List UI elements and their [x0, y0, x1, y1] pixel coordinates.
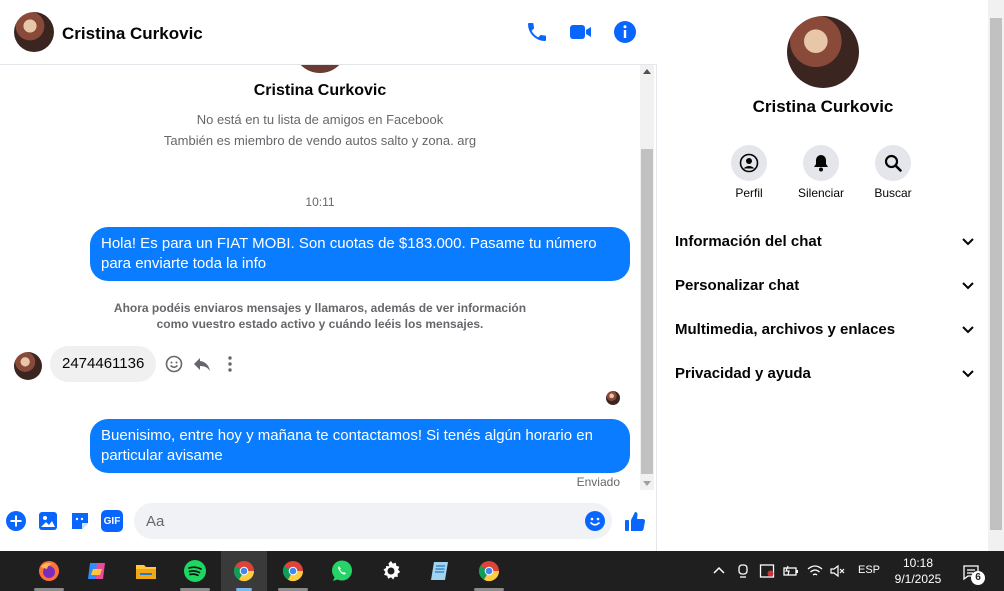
chrome-icon — [478, 561, 500, 582]
mute-action[interactable]: Silenciar — [791, 145, 851, 200]
chevron-down-icon — [962, 282, 974, 290]
taskbar-whatsapp[interactable] — [319, 551, 365, 591]
message-timestamp: 10:11 — [305, 195, 335, 209]
plus-icon[interactable] — [5, 510, 27, 532]
mute-action-label: Silenciar — [797, 186, 845, 200]
section-customize-chat[interactable]: Personalizar chat — [675, 269, 975, 301]
incoming-avatar[interactable] — [14, 352, 42, 380]
scroll-down-arrow[interactable] — [643, 481, 651, 486]
chat-notice-text: Ahora podéis enviaros mensajes y llamaro… — [113, 301, 527, 331]
sticker-icon[interactable] — [69, 510, 91, 532]
composer: GIF — [0, 490, 657, 551]
search-action-label: Buscar — [874, 186, 912, 200]
language-indicator[interactable]: ESP — [858, 564, 880, 576]
contact-avatar[interactable] — [14, 12, 54, 52]
section-label: Información del chat — [675, 232, 822, 250]
reply-icon[interactable] — [192, 354, 212, 374]
section-label: Personalizar chat — [675, 276, 800, 294]
sent-status: Enviado — [576, 475, 620, 489]
spotify-icon — [184, 560, 206, 582]
volume-muted-icon[interactable] — [829, 563, 845, 579]
image-icon[interactable] — [37, 510, 59, 532]
bell-icon — [814, 155, 828, 172]
chevron-down-icon — [962, 238, 974, 246]
taskbar-file-explorer[interactable] — [123, 551, 169, 591]
system-clock[interactable]: 10:18 9/1/2025 — [886, 555, 950, 587]
panel-contact-name: Cristina Curkovic — [752, 97, 894, 116]
contact-name[interactable]: Cristina Curkovic — [62, 24, 203, 44]
more-options-icon[interactable] — [220, 354, 240, 374]
seen-indicator-avatar — [606, 391, 620, 405]
section-media-files-links[interactable]: Multimedia, archivos y enlaces — [675, 313, 975, 345]
security-icon[interactable] — [759, 563, 775, 579]
chrome-icon — [282, 561, 304, 582]
profile-action-label: Perfil — [735, 186, 763, 200]
taskbar-copilot[interactable] — [74, 551, 120, 591]
gear-icon — [383, 561, 401, 580]
scrollbar-thumb[interactable] — [641, 149, 653, 474]
message-scrollbar[interactable] — [640, 65, 654, 490]
chat-header: Cristina Curkovic — [0, 0, 657, 65]
taskbar-notepad[interactable] — [417, 551, 463, 591]
group-membership-text: También es miembro de vendo autos salto … — [163, 133, 477, 148]
chevron-down-icon — [962, 370, 974, 378]
notepad-icon — [431, 562, 448, 580]
friend-status-text: No está en tu lista de amigos en Faceboo… — [196, 112, 444, 127]
chat-column: Cristina Curkovic Cristina Curkovic No e… — [0, 0, 657, 551]
search-action-circle — [875, 145, 911, 181]
section-privacy-help[interactable]: Privacidad y ayuda — [675, 357, 975, 389]
profile-name: Cristina Curkovic — [253, 82, 387, 99]
incoming-message-bubble[interactable]: 2474461136 — [50, 346, 157, 382]
profile-avatar — [293, 65, 347, 73]
taskbar-chrome-profile[interactable] — [466, 551, 512, 591]
message-input-wrapper — [134, 503, 612, 539]
section-label: Privacidad y ayuda — [675, 364, 811, 382]
profile-action-circle — [731, 145, 767, 181]
react-icon[interactable] — [164, 354, 184, 374]
search-icon — [884, 154, 902, 172]
wifi-icon[interactable] — [807, 563, 823, 579]
firefox-icon — [39, 561, 59, 581]
taskbar: ESP 10:18 9/1/2025 6 — [0, 551, 1004, 591]
outgoing-message-bubble[interactable]: Hola! Es para un FIAT MOBI. Son cuotas d… — [90, 227, 630, 281]
taskbar-chrome-active[interactable] — [221, 551, 267, 591]
webcam-icon[interactable] — [735, 563, 751, 579]
outgoing-message-bubble[interactable]: Buenisimo, entre hoy y mañana te contact… — [90, 419, 630, 473]
chat-details-panel: Cristina Curkovic Perfil Silenciar Busca… — [658, 0, 988, 551]
emoji-icon[interactable] — [584, 510, 606, 532]
copilot-icon — [88, 563, 105, 579]
battery-icon[interactable] — [783, 563, 799, 579]
clock-date: 9/1/2025 — [894, 572, 942, 586]
chrome-icon — [233, 561, 255, 582]
clock-time: 10:18 — [902, 556, 934, 570]
chevron-up-icon[interactable] — [711, 563, 727, 579]
section-chat-info[interactable]: Información del chat — [675, 225, 975, 257]
folder-icon — [136, 565, 156, 579]
taskbar-chrome[interactable] — [270, 551, 316, 591]
page-scrollbar[interactable] — [988, 0, 1004, 551]
profile-action[interactable]: Perfil — [719, 145, 779, 200]
gif-icon[interactable]: GIF — [101, 510, 123, 532]
search-action[interactable]: Buscar — [863, 145, 923, 200]
profile-icon — [739, 153, 759, 173]
notification-count-badge: 6 — [971, 571, 985, 585]
like-icon[interactable] — [623, 510, 647, 534]
message-input[interactable] — [146, 503, 576, 539]
taskbar-settings[interactable] — [368, 551, 414, 591]
video-icon[interactable] — [569, 20, 593, 44]
chat-notice: Ahora podéis enviaros mensajes y llamaro… — [0, 300, 640, 332]
message-list[interactable]: Cristina Curkovic No está en tu lista de… — [0, 65, 640, 490]
taskbar-firefox[interactable] — [26, 551, 72, 591]
section-label: Multimedia, archivos y enlaces — [675, 320, 896, 338]
info-icon[interactable] — [613, 20, 637, 44]
messenger-app: Cristina Curkovic Cristina Curkovic No e… — [0, 0, 1004, 551]
panel-avatar[interactable] — [787, 16, 859, 88]
mute-action-circle — [803, 145, 839, 181]
chevron-down-icon — [962, 326, 974, 334]
phone-icon[interactable] — [525, 20, 549, 44]
page-scrollbar-thumb[interactable] — [990, 18, 1002, 530]
whatsapp-icon — [332, 560, 352, 581]
taskbar-spotify[interactable] — [172, 551, 218, 591]
scroll-up-arrow[interactable] — [643, 69, 651, 74]
